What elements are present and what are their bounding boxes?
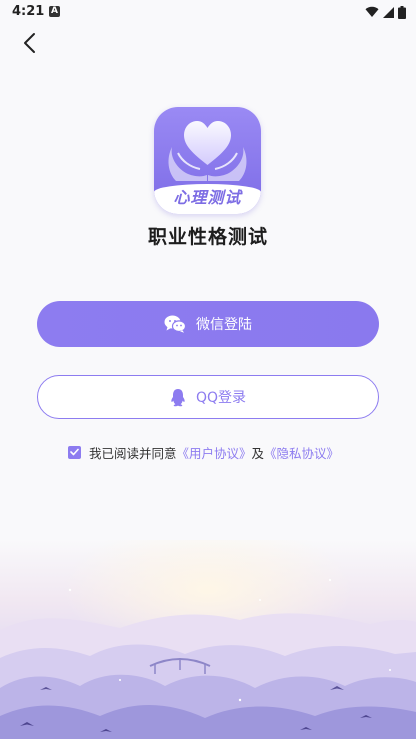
qq-icon [171,388,185,406]
agreement-conjunction: 及 [251,445,265,461]
agreement-prefix: 我已阅读并同意 [89,445,177,461]
back-button[interactable] [14,28,46,58]
battery-icon [398,5,406,19]
check-icon [70,448,79,456]
cell-signal-icon [383,6,394,18]
qq-login-button[interactable]: QQ登录 [37,375,379,419]
notification-icon: A [49,6,60,17]
agreement-row: 我已阅读并同意 《用户协议》 及 《隐私协议》 [68,442,339,462]
wechat-login-label: 微信登陆 [196,317,252,333]
wechat-login-button[interactable]: 微信登陆 [37,301,379,347]
status-time: 4:21 [12,4,45,19]
app-logo: 心理测试 [154,107,261,214]
wifi-icon [365,6,379,18]
app-title: 职业性格测试 [147,226,268,248]
agreement-checkbox[interactable] [68,445,81,459]
background-illustration [0,540,416,739]
wechat-icon [164,315,186,333]
privacy-policy-link[interactable]: 《隐私协议》 [264,443,339,462]
heart-hands-icon [168,121,247,181]
chevron-left-icon [24,33,35,53]
status-icons [365,4,406,20]
app-icon-label: 心理测试 [154,184,261,214]
status-bar: 4:21 A [0,0,416,24]
user-agreement-link[interactable]: 《用户协议》 [177,443,252,462]
qq-login-label: QQ登录 [195,390,247,406]
